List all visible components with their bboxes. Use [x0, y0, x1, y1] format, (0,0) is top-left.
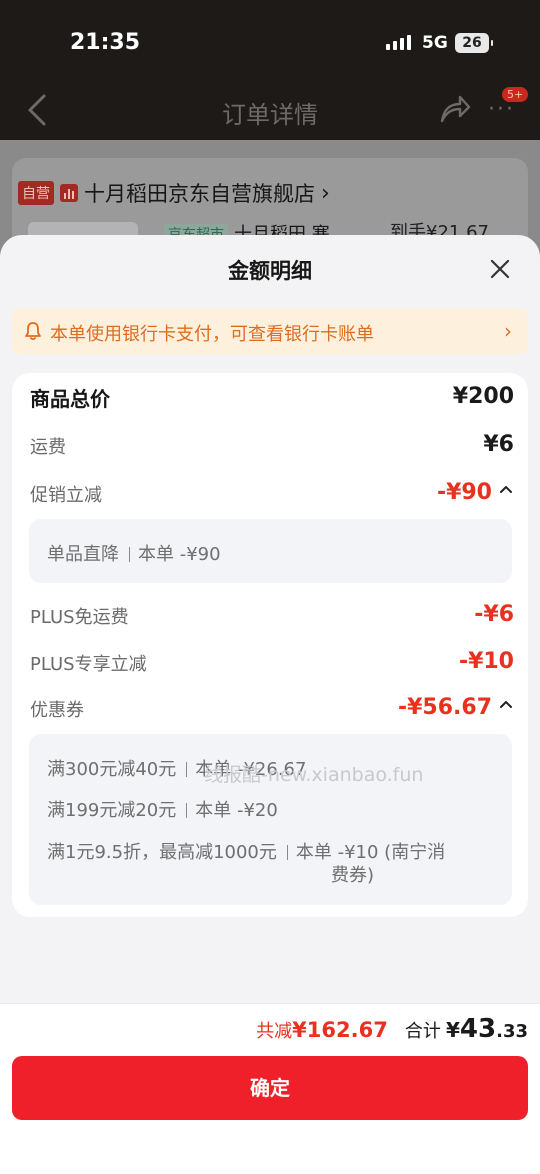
chevron-up-icon[interactable] [498, 481, 514, 497]
battery-icon: 26 [455, 33, 493, 53]
plus-discount-value: -¥10 [458, 649, 514, 674]
coupon-value-wrap: -¥56.67 [398, 695, 514, 720]
promo-detail-box: 单品直降 本单 -¥90 [29, 519, 512, 583]
coupon-detail-line: 满1元9.5折，最高减1000元 本单 -¥10 (南宁消 [47, 838, 445, 864]
chart-icon [60, 184, 78, 202]
status-bar: 21:35 5G 26 [0, 0, 540, 90]
saved-label: 共减 [256, 1021, 293, 1042]
signal-icon [386, 35, 411, 50]
row-plus-discount: PLUS专享立减 -¥10 [30, 649, 514, 680]
grand-total-currency: ¥ [446, 1018, 460, 1042]
shipping-label: 运费 [30, 437, 66, 458]
promo-detail-line: 单品直降 本单 -¥90 [47, 540, 221, 566]
coupon-detail-amount: 本单 -¥10 (南宁消 [295, 842, 446, 863]
chevron-right-icon: › [504, 319, 512, 343]
row-shipping: 运费 ¥6 [30, 432, 514, 463]
share-icon[interactable] [438, 93, 472, 125]
row-coupon[interactable]: 优惠券 -¥56.67 [30, 695, 514, 726]
store-name: 十月稻田京东自营旗舰店 [84, 182, 315, 206]
coupon-detail-amount: 本单 -¥20 [195, 800, 278, 821]
confirm-button[interactable]: 确定 [12, 1056, 528, 1120]
plus-shipping-label: PLUS免运费 [30, 607, 129, 628]
promo-detail-amount: 本单 -¥90 [138, 544, 221, 565]
promo-detail-name: 单品直降 [47, 544, 119, 565]
amount-card: 商品总价 ¥200 运费 ¥6 促销立减 -¥90 单品直降 本单 -¥90 PL… [12, 373, 528, 917]
row-goods-total: 商品总价 ¥200 [30, 384, 514, 415]
watermark: 线报酷-new.xianbao.fun [204, 764, 424, 786]
row-plus-shipping: PLUS免运费 -¥6 [30, 602, 514, 633]
status-time: 21:35 [70, 30, 141, 55]
bell-icon [25, 322, 41, 341]
shipping-value: ¥6 [483, 432, 514, 457]
amount-detail-sheet: 金额明细 本单使用银行卡支付，可查看银行卡账单 › 商品总价 ¥200 运费 ¥… [0, 235, 540, 1174]
close-icon[interactable] [486, 255, 514, 283]
promo-label: 促销立减 [30, 485, 102, 506]
self-operated-tag: 自营 [18, 181, 54, 205]
plus-discount-label: PLUS专享立减 [30, 654, 147, 675]
sheet-title: 金额明细 [228, 259, 312, 283]
bank-card-notice[interactable]: 本单使用银行卡支付，可查看银行卡账单 › [12, 308, 528, 354]
promo-value: -¥90 [436, 480, 492, 505]
grand-total-decimal: .33 [496, 1021, 528, 1042]
coupon-detail-amount-cont: 费券) [331, 865, 375, 886]
grand-total-integer: 43 [459, 1014, 497, 1044]
summary-line: 共减¥162.67 合计 ¥43.33 [256, 1014, 528, 1044]
store-header[interactable]: 自营 十月稻田京东自营旗舰店 › [18, 178, 330, 208]
grand-total-label: 合计 [404, 1021, 441, 1042]
coupon-label: 优惠券 [30, 700, 84, 721]
chevron-right-icon: › [321, 180, 330, 206]
row-promo[interactable]: 促销立减 -¥90 [30, 480, 514, 511]
navigation-bar: 订单详情 ··· 5+ [0, 85, 540, 135]
notice-text: 本单使用银行卡支付，可查看银行卡账单 [50, 324, 374, 345]
promo-value-wrap: -¥90 [437, 480, 514, 505]
coupon-detail-line: 满199元减20元 本单 -¥20 [47, 796, 278, 822]
plus-shipping-value: -¥6 [474, 602, 514, 627]
goods-total-value: ¥200 [452, 384, 514, 409]
summary-footer: 共减¥162.67 合计 ¥43.33 确定 [0, 1003, 540, 1174]
coupon-detail-name: 满300元减40元 [47, 759, 177, 780]
coupon-detail-name: 满1元9.5折，最高减1000元 [47, 842, 277, 863]
total-saved: 共减¥162.67 [256, 1018, 388, 1042]
more-badge: 5+ [502, 87, 529, 102]
network-type: 5G [422, 33, 448, 53]
chevron-up-icon[interactable] [498, 696, 514, 712]
coupon-value: -¥56.67 [397, 695, 492, 720]
coupon-detail-name: 满199元减20元 [47, 800, 177, 821]
saved-value: ¥162.67 [292, 1018, 388, 1042]
goods-total-label: 商品总价 [30, 387, 110, 411]
